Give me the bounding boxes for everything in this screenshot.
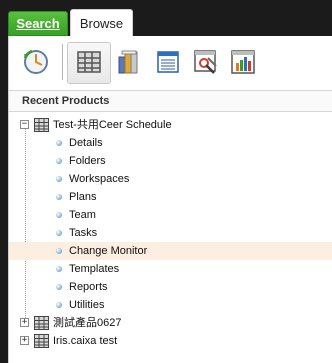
tree-item-team[interactable]: Team bbox=[9, 206, 332, 224]
toolbar-separator bbox=[62, 44, 63, 80]
tools-window-icon bbox=[194, 50, 217, 74]
tree-item-folders[interactable]: Folders bbox=[9, 152, 332, 170]
recent-button[interactable] bbox=[20, 46, 52, 78]
tree-item-label: Folders bbox=[69, 155, 106, 167]
bullet-icon bbox=[56, 212, 62, 218]
bullet-icon bbox=[56, 176, 62, 182]
collapse-toggle[interactable]: − bbox=[20, 120, 29, 129]
tree-item-label: Plans bbox=[69, 191, 97, 203]
tree-item-label: Details bbox=[69, 137, 103, 149]
bullet-icon bbox=[56, 248, 62, 254]
tab-search-label: Search bbox=[16, 16, 60, 31]
bullet-icon bbox=[56, 230, 62, 236]
tree-item-tasks[interactable]: Tasks bbox=[9, 224, 332, 242]
bar-chart-window-icon bbox=[231, 50, 255, 74]
tree-item-details[interactable]: Details bbox=[9, 134, 332, 152]
product-grid-icon bbox=[34, 118, 49, 132]
expand-toggle[interactable]: + bbox=[20, 336, 29, 345]
tree-item-workspaces[interactable]: Workspaces bbox=[9, 170, 332, 188]
columns-button[interactable] bbox=[113, 46, 145, 78]
recent-clock-icon bbox=[23, 49, 48, 74]
tree-node-product[interactable]: − Test-共用Ceer Schedule bbox=[9, 116, 332, 134]
product-label: Test-共用Ceer Schedule bbox=[53, 119, 172, 131]
tree-item-reports[interactable]: Reports bbox=[9, 278, 332, 296]
tab-browse[interactable]: Browse bbox=[70, 9, 133, 38]
product-grid-icon bbox=[34, 334, 49, 348]
product-grid-icon bbox=[34, 316, 49, 330]
bullet-icon bbox=[56, 140, 62, 146]
tree-item-label: Templates bbox=[69, 263, 120, 275]
product-label: 測試產品0627 bbox=[53, 317, 122, 329]
tree-node-product[interactable]: + 測試產品0627 bbox=[9, 314, 332, 332]
tools-button[interactable] bbox=[190, 46, 222, 78]
tab-search[interactable]: Search bbox=[8, 11, 68, 36]
document-button[interactable] bbox=[152, 46, 184, 78]
bullet-icon bbox=[56, 266, 62, 272]
recent-products-header: Recent Products bbox=[9, 90, 332, 112]
toolbar bbox=[9, 36, 332, 88]
products-grid-icon bbox=[77, 51, 101, 73]
tab-browse-label: Browse bbox=[79, 16, 124, 31]
document-list-icon bbox=[157, 51, 179, 73]
products-button[interactable] bbox=[73, 46, 105, 78]
tree-item-templates[interactable]: Templates bbox=[9, 260, 332, 278]
tree-item-label: Change Monitor bbox=[69, 245, 148, 257]
bullet-icon bbox=[56, 158, 62, 164]
chart-button[interactable] bbox=[227, 46, 259, 78]
tree-item-label: Tasks bbox=[69, 227, 98, 239]
tree-item-label: Reports bbox=[69, 281, 108, 293]
app-frame: Search Browse Recent Products − Test-共用C… bbox=[0, 0, 332, 363]
recent-products-title: Recent Products bbox=[22, 95, 110, 107]
browse-panel: Recent Products − Test-共用Ceer Schedule D… bbox=[8, 36, 332, 363]
bullet-icon bbox=[56, 302, 62, 308]
expand-toggle[interactable]: + bbox=[20, 318, 29, 327]
tree-item-label: Workspaces bbox=[69, 173, 130, 185]
tree-item-label: Team bbox=[69, 209, 96, 221]
bullet-icon bbox=[56, 284, 62, 290]
tree-item-plans[interactable]: Plans bbox=[9, 188, 332, 206]
product-label: Iris.caixa test bbox=[53, 335, 118, 347]
tree-node-product[interactable]: + Iris.caixa test bbox=[9, 332, 332, 350]
bullet-icon bbox=[56, 194, 62, 200]
tree-item-label: Utilities bbox=[69, 299, 105, 311]
tree-item-change-monitor[interactable]: Change Monitor bbox=[9, 242, 332, 260]
columns-chart-icon bbox=[118, 50, 138, 74]
tree-item-utilities[interactable]: Utilities bbox=[9, 296, 332, 314]
